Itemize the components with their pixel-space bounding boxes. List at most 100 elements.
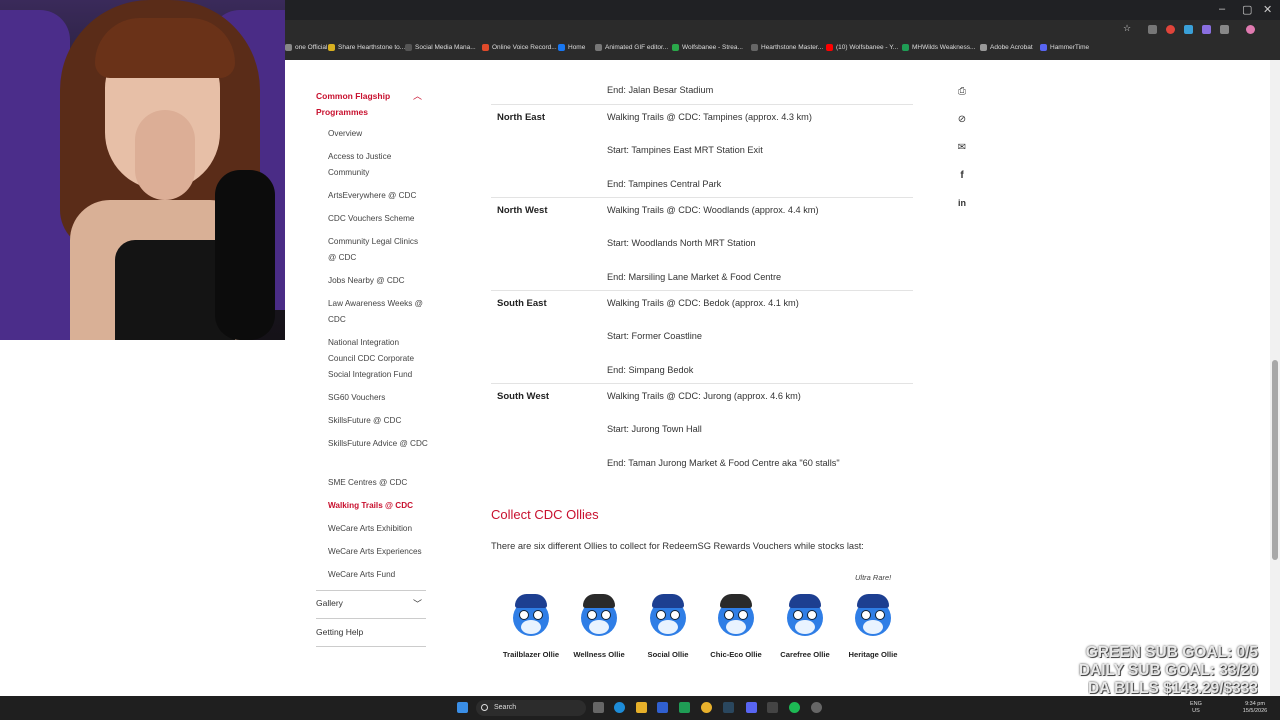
- sidebar-item[interactable]: Access to Justice Community: [328, 149, 428, 181]
- zoom-icon[interactable]: [657, 702, 668, 713]
- bookmark-label: Share Hearthstone to...: [338, 44, 406, 51]
- sidebar-item[interactable]: SkillsFuture Advice @ CDC: [328, 436, 428, 452]
- bookmark-item[interactable]: Online Voice Record...: [482, 44, 557, 51]
- mail-icon[interactable]: ✉: [955, 142, 969, 156]
- bookmark-item[interactable]: (10) Wolfsbanee - Y...: [826, 44, 898, 51]
- minimize-icon[interactable]: –: [1219, 3, 1225, 15]
- extension-icon[interactable]: [1202, 25, 1211, 34]
- search-icon: [481, 704, 488, 711]
- close-icon[interactable]: ✕: [1263, 3, 1272, 16]
- discord-icon[interactable]: [746, 702, 757, 713]
- facebook-icon[interactable]: f: [955, 170, 969, 184]
- sidebar-item[interactable]: Overview: [328, 126, 428, 142]
- bookmark-label: MHWilds Weakness...: [912, 44, 976, 51]
- bookmark-item[interactable]: Hearthstone Master...: [751, 44, 823, 51]
- bookmark-star-icon[interactable]: ☆: [1123, 23, 1132, 33]
- bookmark-label: Wolfsbanee - Strea...: [682, 44, 743, 51]
- chevron-down-icon[interactable]: ﹀: [413, 597, 422, 610]
- sidebar-item[interactable]: CDC Vouchers Scheme: [328, 211, 428, 227]
- windows-start-icon[interactable]: [457, 702, 468, 713]
- sidebar-item-getting-help[interactable]: Getting Help: [316, 627, 363, 637]
- bookmark-item[interactable]: HammerTime: [1040, 44, 1089, 51]
- trail-end: End: Simpang Bedok: [607, 365, 694, 375]
- steam-icon[interactable]: [723, 702, 734, 713]
- linkedin-icon[interactable]: in: [955, 198, 969, 212]
- sidebar-item[interactable]: SkillsFuture @ CDC: [328, 413, 428, 429]
- app-icon[interactable]: [811, 702, 822, 713]
- ollie-figure: [569, 590, 629, 640]
- extension-icon[interactable]: [1184, 25, 1193, 34]
- extension-icon[interactable]: [1148, 25, 1157, 34]
- sidebar-item[interactable]: National Integration Council CDC Corpora…: [328, 335, 428, 383]
- link-icon[interactable]: ⊘: [955, 114, 969, 128]
- ollie-name: Chic-Eco Ollie: [710, 650, 762, 659]
- bookmark-favicon-icon: [1040, 44, 1047, 51]
- sidebar-item-gallery[interactable]: Gallery: [316, 598, 343, 608]
- edge-icon[interactable]: [614, 702, 625, 713]
- bookmark-label: Hearthstone Master...: [761, 44, 824, 51]
- table-row-divider: [491, 104, 913, 105]
- sidebar-item[interactable]: Walking Trails @ CDC: [328, 498, 428, 514]
- bookmark-label: Social Media Mana...: [415, 44, 476, 51]
- ollie-name: Heritage Ollie: [848, 650, 898, 659]
- sidebar-item[interactable]: WeCare Arts Experiences: [328, 544, 428, 560]
- bookmark-item[interactable]: Animated GIF editor...: [595, 44, 668, 51]
- bookmark-favicon-icon: [405, 44, 412, 51]
- bookmark-favicon-icon: [285, 44, 292, 51]
- sheets-icon[interactable]: [679, 702, 690, 713]
- app-icon[interactable]: [767, 702, 778, 713]
- bookmark-item[interactable]: Social Media Mana...: [405, 44, 476, 51]
- extension-icon[interactable]: [1166, 25, 1175, 34]
- sidebar-item[interactable]: SG60 Vouchers: [328, 390, 428, 406]
- bookmark-favicon-icon: [672, 44, 679, 51]
- bookmark-favicon-icon: [826, 44, 833, 51]
- sidebar-item[interactable]: WeCare Arts Exhibition: [328, 521, 428, 537]
- task-view-icon[interactable]: [593, 702, 604, 713]
- sidebar-item[interactable]: ArtsEverywhere @ CDC: [328, 188, 428, 204]
- taskbar-search[interactable]: Search: [476, 700, 586, 716]
- bookmark-label: Animated GIF editor...: [605, 44, 669, 51]
- bookmark-item[interactable]: Adobe Acrobat: [980, 44, 1033, 51]
- clock[interactable]: 9:34 pm 15/5/2026: [1238, 701, 1272, 715]
- sidebar-item[interactable]: WeCare Arts Fund: [328, 567, 428, 583]
- chrome-icon[interactable]: [701, 702, 712, 713]
- ollie-figure: [638, 590, 698, 640]
- sidebar-item[interactable]: Community Legal Clinics @ CDC: [328, 234, 428, 266]
- bookmark-label: Online Voice Record...: [492, 44, 557, 51]
- bookmark-item[interactable]: Share Hearthstone to...: [328, 44, 405, 51]
- bookmark-label: HammerTime: [1050, 44, 1090, 51]
- trail-name: Walking Trails @ CDC: Bedok (approx. 4.1…: [607, 298, 799, 308]
- file-explorer-icon[interactable]: [636, 702, 647, 713]
- bills-goal: DA BILLS $143.29/$333: [1087, 680, 1258, 696]
- sidebar-item[interactable]: Law Awareness Weeks @ CDC: [328, 296, 428, 328]
- scrollbar-thumb[interactable]: [1272, 360, 1278, 560]
- bookmark-item[interactable]: one Official...: [285, 44, 333, 51]
- ollie-figure: [706, 590, 766, 640]
- region-label: North East: [497, 112, 546, 123]
- bookmark-favicon-icon: [595, 44, 602, 51]
- divider: [316, 646, 426, 647]
- sidebar-item[interactable]: SME Centres @ CDC: [328, 475, 428, 491]
- bookmark-item[interactable]: Home: [558, 44, 585, 51]
- trail-name: Walking Trails @ CDC: Jurong (approx. 4.…: [607, 391, 801, 401]
- bookmark-item[interactable]: MHWilds Weakness...: [902, 44, 975, 51]
- sidebar-heading[interactable]: Common Flagship Programmes: [316, 88, 416, 120]
- bookmark-item[interactable]: Wolfsbanee - Strea...: [672, 44, 743, 51]
- trail-end: End: Jalan Besar Stadium: [607, 85, 714, 95]
- chevron-up-icon[interactable]: ︿: [413, 89, 422, 102]
- bookmark-favicon-icon: [328, 44, 335, 51]
- trail-start: Start: Jurong Town Hall: [607, 424, 702, 434]
- profile-avatar[interactable]: [1246, 25, 1255, 34]
- spotify-icon[interactable]: [789, 702, 800, 713]
- sidebar-item[interactable]: Jobs Nearby @ CDC: [328, 273, 428, 289]
- bookmark-label: Adobe Acrobat: [990, 44, 1033, 51]
- extensions-puzzle-icon[interactable]: [1220, 25, 1229, 34]
- table-row-divider: [491, 290, 913, 291]
- trail-start: Start: Former Coastline: [607, 331, 702, 341]
- language-indicator[interactable]: ENG US: [1190, 701, 1202, 715]
- trail-name: Walking Trails @ CDC: Tampines (approx. …: [607, 112, 812, 122]
- maximize-icon[interactable]: ▢: [1242, 3, 1252, 16]
- print-icon[interactable]: ⎙: [955, 86, 969, 100]
- trail-end: End: Marsiling Lane Market & Food Centre: [607, 272, 782, 282]
- trail-end: End: Taman Jurong Market & Food Centre a…: [607, 458, 840, 468]
